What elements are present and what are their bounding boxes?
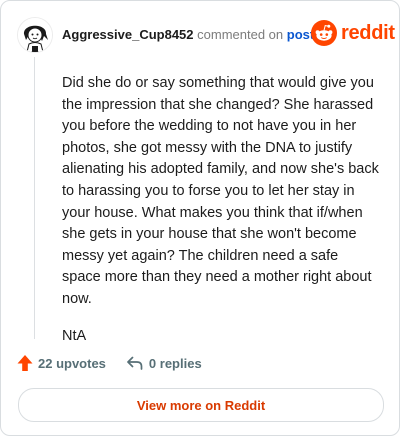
upvote-button[interactable]: 22 upvotes [17,354,106,372]
comment-embed-card: Aggressive_Cup8452 commented on post red… [0,0,400,436]
reddit-logo[interactable]: reddit [311,20,395,46]
reddit-wordmark: reddit [341,21,395,44]
upvote-arrow-icon [17,355,33,371]
comment-header: Aggressive_Cup8452 commented on post [62,27,314,43]
comment-paragraph: Did she do or say something that would g… [62,75,379,307]
thread-line [34,57,35,339]
reddit-snoo-icon [311,20,337,46]
commented-on-text: commented on [197,27,284,42]
comment-paragraph: NtA [62,327,87,344]
comment-actions: 22 upvotes 0 replies [17,354,202,372]
user-avatar[interactable] [17,17,53,53]
reply-count: 0 replies [148,355,202,371]
username[interactable]: Aggressive_Cup8452 [62,27,194,42]
reply-arrow-icon [127,356,143,370]
replies-button[interactable]: 0 replies [126,355,202,371]
avatar-figure-icon [18,18,52,52]
view-more-button[interactable]: View more on Reddit [18,388,384,422]
upvote-count: 22 upvotes [38,355,106,371]
comment-body: Did she do or say something that would g… [62,73,380,347]
